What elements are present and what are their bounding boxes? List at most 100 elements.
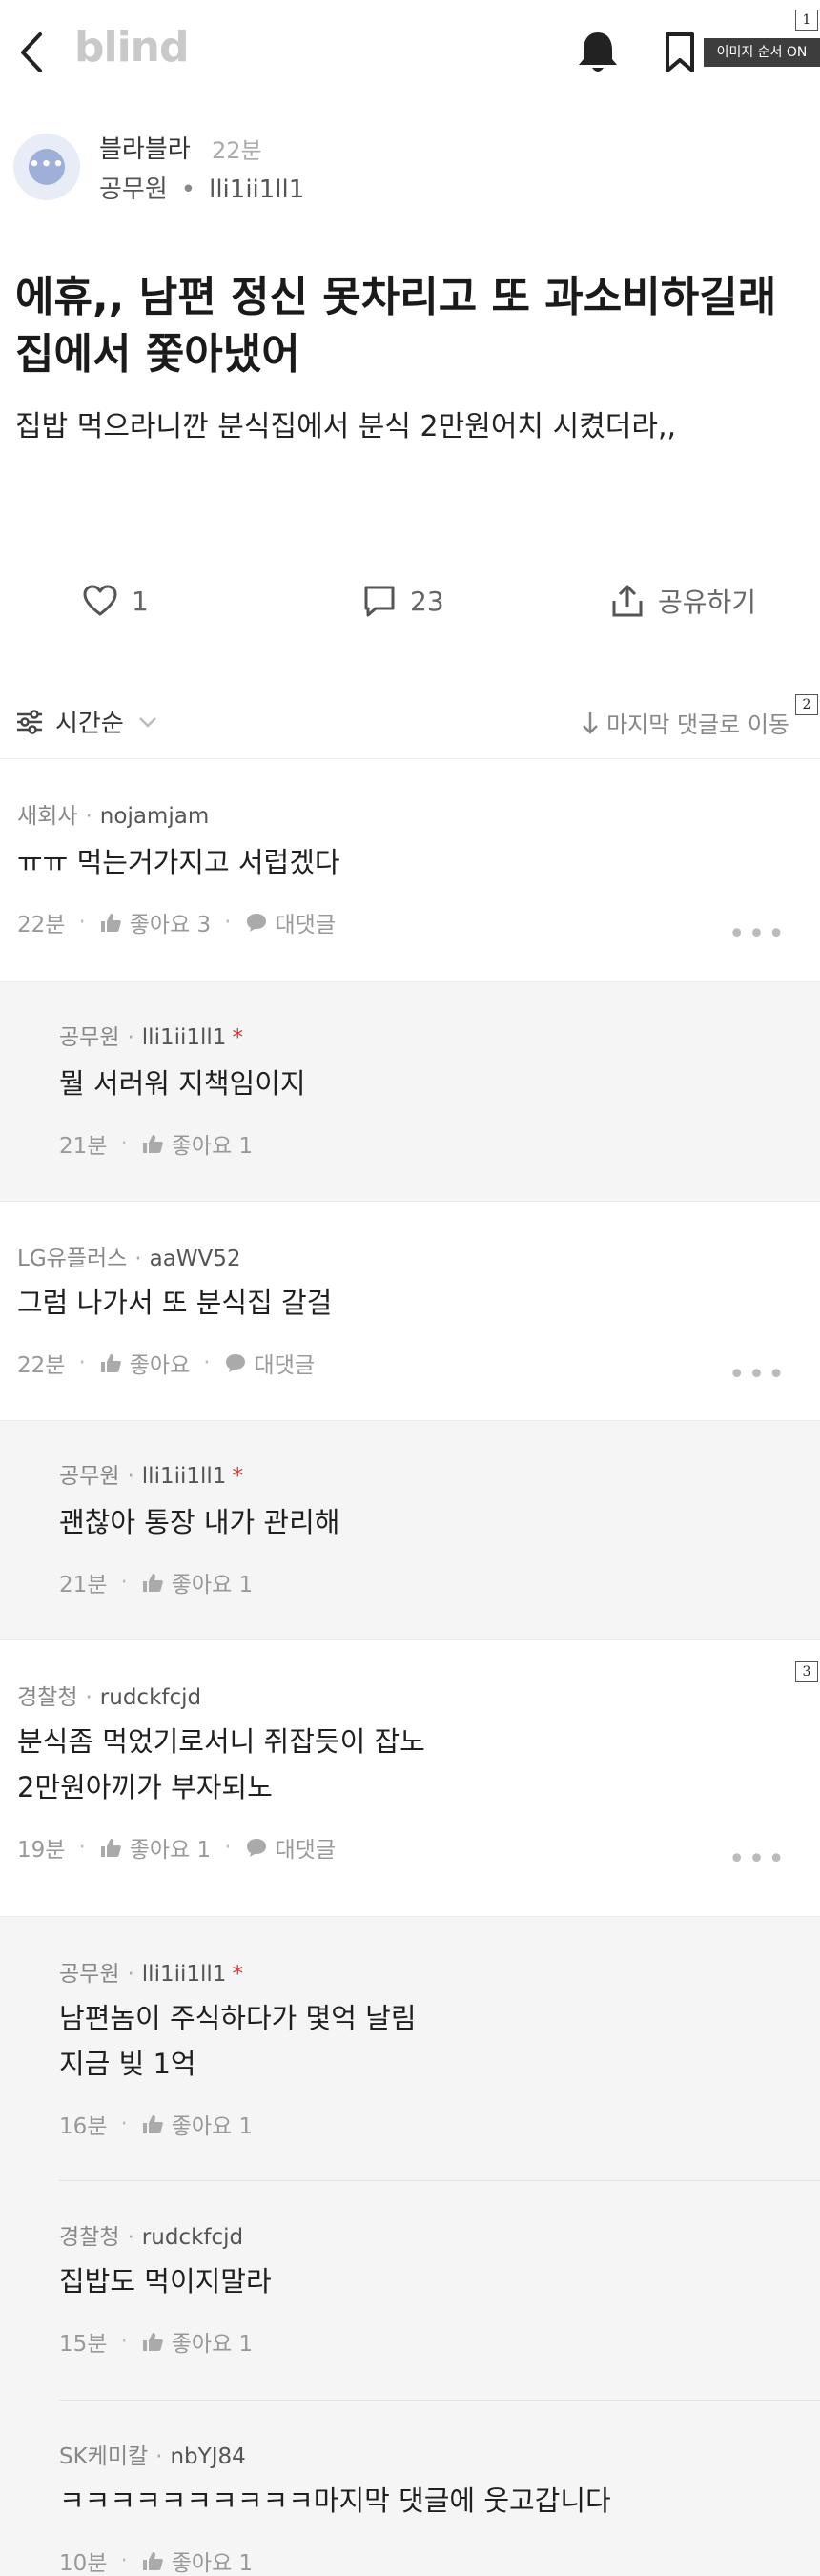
comment-footer: 22분 · 좋아요 3 · 대댓글 [17,906,336,938]
comment-company: 경찰청 [59,2225,120,2250]
comment-header: 공무원 · lli1ii1ll1 * [59,1464,243,1489]
comment-footer: 10분 · 좋아요 1 [59,2545,253,2576]
comment-text: ㅠㅠ 먹는거가지고 서럽겠다 [17,846,340,878]
post-title-line: 에휴,, 남편 정신 못차리고 또 과소비하길래 [15,273,777,321]
number-badge-2: 2 [795,694,818,715]
comment-text: 남편놈이 주식하다가 몇억 날림 지금 빚 1억 [59,1995,417,2087]
reply-item: SK케미칼 · nbYJ84 ㅋㅋㅋㅋㅋㅋㅋㅋㅋㅋ마지막 댓글에 웃고갑니다 10분… [0,2400,820,2576]
comment-nickname: rudckfcjd [99,1685,202,1710]
comment-reply-label: 대댓글 [254,1353,316,1378]
comment-like-button[interactable]: 좋아요 1 [141,2108,253,2140]
post-body: 집밥 먹으라니깐 분식집에서 분식 2만원어치 시켰더라,, [15,410,677,443]
thumbs-up-icon [142,2552,163,2570]
comment-nickname: nojamjam [99,804,210,829]
comment-time: 10분 [59,2551,108,2576]
like-button[interactable]: 1 [82,572,149,629]
author-mark: * [232,1962,243,1987]
comment-like-label: 좋아요 1 [171,2114,254,2139]
thumbs-up-icon [142,1135,163,1153]
bell-icon[interactable] [575,29,621,76]
sort-order-dropdown[interactable]: 시간순 [15,704,172,739]
post-actions: 1 23 공유하기 [0,572,820,639]
avatar[interactable]: ••• [13,134,80,200]
comment-item: LG유플러스 · aaWV52 그럼 나가서 또 분식집 갈걸 22분 · 좋아요 ·… [0,1202,820,1421]
comment-text-line: 분식좀 먹었기로서니 쥐잡듯이 잡노 [17,1725,425,1758]
blind-logo[interactable]: blind [74,23,189,72]
comment-reply-button[interactable]: 대댓글 [245,906,336,938]
comment-time: 16분 [59,2114,108,2139]
comment-nickname: lli1ii1ll1 [141,1464,227,1489]
comment-header: 공무원 · lli1ii1ll1 * [59,1962,243,1987]
comment-time: 21분 [59,1134,108,1159]
comment-like-button[interactable]: 좋아요 1 [141,2545,253,2576]
thumbs-up-icon [100,1354,121,1372]
comment-reply-label: 대댓글 [275,913,336,938]
heart-icon [83,585,117,616]
comment-company: 공무원 [59,1962,120,1987]
comment-nickname: aaWV52 [149,1247,241,1271]
share-icon [612,585,643,617]
comment-reply-label: 대댓글 [275,1838,336,1863]
speech-bubble-icon [246,914,266,932]
comment-text: 뭘 서러워 지책임이지 [59,1067,306,1100]
speech-bubble-icon [225,1354,245,1372]
comment-like-button[interactable]: 좋아요 1 [99,1831,211,1864]
comment-nickname: nbYJ84 [170,2444,246,2469]
number-badge-3: 3 [795,1661,818,1682]
comment-text-line: 2만원아끼가 부자되노 [17,1771,273,1803]
comment-like-label: 좋아요 1 [171,1134,254,1159]
share-button[interactable]: 공유하기 [610,572,756,629]
arrow-down-icon [583,711,598,734]
thumbs-up-icon [142,1574,163,1592]
bookmark-icon[interactable] [662,31,698,74]
comment-footer: 19분 · 좋아요 1 · 대댓글 [17,1831,336,1864]
chat-bubble-icon: ••• [29,149,65,185]
author-meta: 공무원 • lli1ii1ll1 [99,175,305,204]
comment-time: 21분 [59,1573,108,1597]
author-nickname: lli1ii1ll1 [209,175,305,204]
back-arrow-icon[interactable] [13,27,51,78]
comment-count: 23 [410,585,444,617]
comment-like-label: 좋아요 1 [129,1838,212,1863]
post-title-line: 집에서 쫓아냈어 [15,330,300,379]
comment-like-label: 좋아요 1 [171,2332,254,2357]
chevron-down-icon [138,716,156,728]
comment-reply-button[interactable]: 대댓글 [224,1347,315,1379]
number-badge-1: 1 [795,10,818,31]
reply-item: 공무원 · lli1ii1ll1 * 남편놈이 주식하다가 몇억 날림 지금 빚 1억… [0,1917,820,2180]
comment-time: 19분 [17,1838,66,1863]
thumbs-up-icon [142,2115,163,2133]
more-options-icon[interactable]: ••• [728,917,788,951]
comment-like-label: 좋아요 1 [171,2551,254,2576]
more-options-icon[interactable]: ••• [728,1843,788,1876]
comment-item: 새회사 · nojamjam ㅠㅠ 먹는거가지고 서럽겠다 22분 · 좋아요 3 ·… [0,761,820,982]
comment-like-label: 좋아요 [129,1353,191,1378]
app-header: blind 이미지 순서 ON [0,0,820,105]
comment-header: LG유플러스 · aaWV52 [17,1247,241,1271]
comment-like-button[interactable]: 좋아요 1 [141,1127,253,1160]
comment-icon [364,586,395,617]
comment-footer: 22분 · 좋아요 · 대댓글 [17,1347,315,1379]
author-mark: * [232,1025,243,1050]
comment-time: 15분 [59,2332,108,2357]
comment-header: SK케미칼 · nbYJ84 [59,2444,246,2469]
comment-company: 경찰청 [17,1685,78,1710]
thumbs-up-icon [100,1839,121,1857]
comment-reply-button[interactable]: 대댓글 [245,1831,336,1864]
comment-like-button[interactable]: 좋아요 3 [99,906,211,938]
comment-header: 새회사 · nojamjam [17,804,210,829]
comment-like-button[interactable]: 좋아요 1 [141,2325,253,2358]
comment-company: 공무원 [59,1464,120,1489]
comment-like-label: 좋아요 1 [171,1573,254,1597]
more-options-icon[interactable]: ••• [728,1358,788,1391]
sort-order-label: 시간순 [55,710,124,738]
comment-like-button[interactable]: 좋아요 [99,1347,190,1379]
comment-like-button[interactable]: 좋아요 1 [141,1566,253,1598]
thumbs-up-icon [142,2333,163,2351]
comment-item: 경찰청 · rudckfcjd 분식좀 먹었기로서니 쥐잡듯이 잡노 2만원아끼가 … [0,1640,820,1917]
jump-to-last-comment[interactable]: 마지막 댓글로 이동 [580,706,789,739]
comment-button[interactable]: 23 [362,572,444,629]
image-order-badge[interactable]: 이미지 순서 ON [704,38,820,67]
comment-nickname: rudckfcjd [141,2225,244,2250]
comment-text: 그럼 나가서 또 분식집 갈걸 [17,1287,333,1319]
